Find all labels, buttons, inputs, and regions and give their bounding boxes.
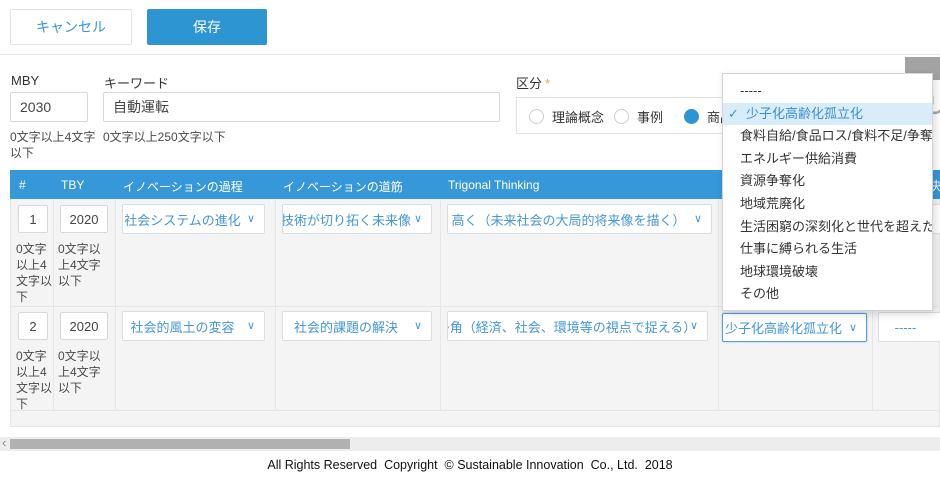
col-header-process: イノベーションの過程 (123, 178, 243, 195)
required-asterisk: * (545, 76, 550, 91)
row2-num-input[interactable] (18, 312, 48, 340)
mby-input[interactable] (10, 92, 88, 122)
row2-num-helper: 0文字以上4文字以下 (16, 348, 54, 412)
category-label: 区分* (516, 73, 550, 92)
col-header-path: イノベーションの道筋 (283, 178, 403, 195)
row2-tby-input[interactable] (60, 312, 108, 340)
dropdown-value: 少子化高齢化孤立化 (725, 318, 842, 337)
radio-circle-icon[interactable] (529, 109, 544, 124)
menu-option[interactable]: 資源争奪化 (723, 170, 932, 193)
category-label-text: 区分 (516, 76, 542, 91)
dropdown-value: 高く（未来社会の大局的将来像を描く） (451, 210, 685, 229)
col-header-trigonal: Trigonal Thinking (448, 178, 539, 192)
divider (0, 54, 940, 55)
row1-tby-input[interactable] (60, 205, 108, 233)
chevron-down-icon: ∨ (247, 319, 255, 332)
row2-tby-helper: 0文字以上4文字以下 (58, 348, 112, 396)
row1-num-helper: 0文字以上4文字以下 (16, 241, 54, 305)
keyword-input[interactable] (103, 92, 500, 122)
row2-path-dropdown[interactable]: 社会的課題の解決 ∨ (282, 311, 432, 341)
menu-option[interactable]: 地球環境破壊 (723, 261, 932, 284)
menu-option-selected[interactable]: ✓ 少子化高齢化孤立化 (723, 103, 932, 126)
menu-option[interactable]: 地域荒廃化 (723, 193, 932, 216)
row1-trigonal-dropdown[interactable]: 高く（未来社会の大局的将来像を描く） ∨ (447, 204, 712, 234)
radio-checked-icon[interactable] (684, 109, 699, 124)
col-header-num: # (19, 178, 26, 192)
row2-issue-dropdown-open[interactable]: 少子化高齢化孤立化 ∨ (722, 313, 867, 342)
issue-dropdown-menu: ----- ✓ 少子化高齢化孤立化 食料自給/食品ロス/食料不足/争奪化 エネル… (722, 73, 933, 311)
menu-option[interactable]: 食料自給/食品ロス/食料不足/争奪化 (723, 125, 932, 148)
dropdown-value: 社会的風土の変容 (130, 317, 234, 336)
row2-trigonal-dropdown[interactable]: 多角（経済、社会、環境等の視点で捉える） ∨ (447, 311, 708, 341)
scroll-left-arrow-icon[interactable]: ‹ (2, 436, 6, 450)
row1-num-input[interactable] (18, 205, 48, 233)
save-button[interactable]: 保存 (147, 9, 267, 45)
cancel-button[interactable]: キャンセル (10, 9, 132, 45)
row2-extra-dropdown[interactable]: ----- (878, 312, 940, 342)
keyword-helper: 0文字以上250文字以下 (103, 129, 226, 145)
chevron-down-icon: ∨ (247, 212, 255, 225)
dropdown-value: ----- (895, 320, 917, 335)
menu-option[interactable]: 生活困窮の深刻化と世代を超えた拡大 (723, 216, 932, 239)
chevron-down-icon: ∨ (414, 212, 422, 225)
scrollbar-thumb[interactable] (10, 439, 350, 449)
chevron-down-icon: ∨ (414, 319, 422, 332)
row1-extra-clipped-text: （ (932, 210, 940, 229)
copyright-text: All Rights Reserved Copyright © Sustaina… (0, 458, 940, 472)
radio-label: 理論概念 (552, 107, 604, 126)
menu-option[interactable]: 仕事に縛られる生活 (723, 238, 932, 261)
edit-form-page: キャンセル 保存 MBY 0文字以上4文字以下 キーワード 0文字以上250文字… (0, 0, 940, 483)
dropdown-value: 技術が切り拓く未来像 (282, 210, 411, 229)
dropdown-value: 社会的課題の解決 (294, 317, 398, 336)
chevron-down-icon: ∨ (694, 212, 702, 225)
radio-label: 事例 (637, 107, 663, 126)
radio-option-theory[interactable]: 理論概念 (529, 98, 604, 135)
row1-tby-helper: 0文字以上4文字以下 (58, 241, 112, 289)
menu-option[interactable]: エネルギー供給消費 (723, 148, 932, 171)
radio-option-case[interactable]: 事例 (614, 98, 663, 135)
dropdown-value: 社会システムの進化 (124, 210, 241, 229)
menu-option-label: 少子化高齢化孤立化 (746, 106, 863, 121)
row2-process-dropdown[interactable]: 社会的風土の変容 ∨ (122, 311, 265, 341)
col-header-tby: TBY (61, 178, 84, 192)
radio-circle-icon[interactable] (614, 109, 629, 124)
mby-label: MBY (11, 73, 39, 88)
chevron-down-icon: ∨ (690, 319, 698, 332)
row1-process-dropdown[interactable]: 社会システムの進化 ∨ (122, 204, 265, 234)
keyword-label: キーワード (104, 73, 169, 92)
check-icon: ✓ (728, 103, 739, 126)
menu-option[interactable]: その他 (723, 283, 932, 306)
dropdown-value: 多角（経済、社会、環境等の視点で捉える） (447, 317, 696, 336)
mby-helper: 0文字以上4文字以下 (10, 129, 100, 161)
row1-path-dropdown[interactable]: 技術が切り拓く未来像 ∨ (282, 204, 432, 234)
chevron-down-icon: ∨ (849, 320, 857, 333)
menu-option[interactable]: ----- (723, 80, 932, 103)
